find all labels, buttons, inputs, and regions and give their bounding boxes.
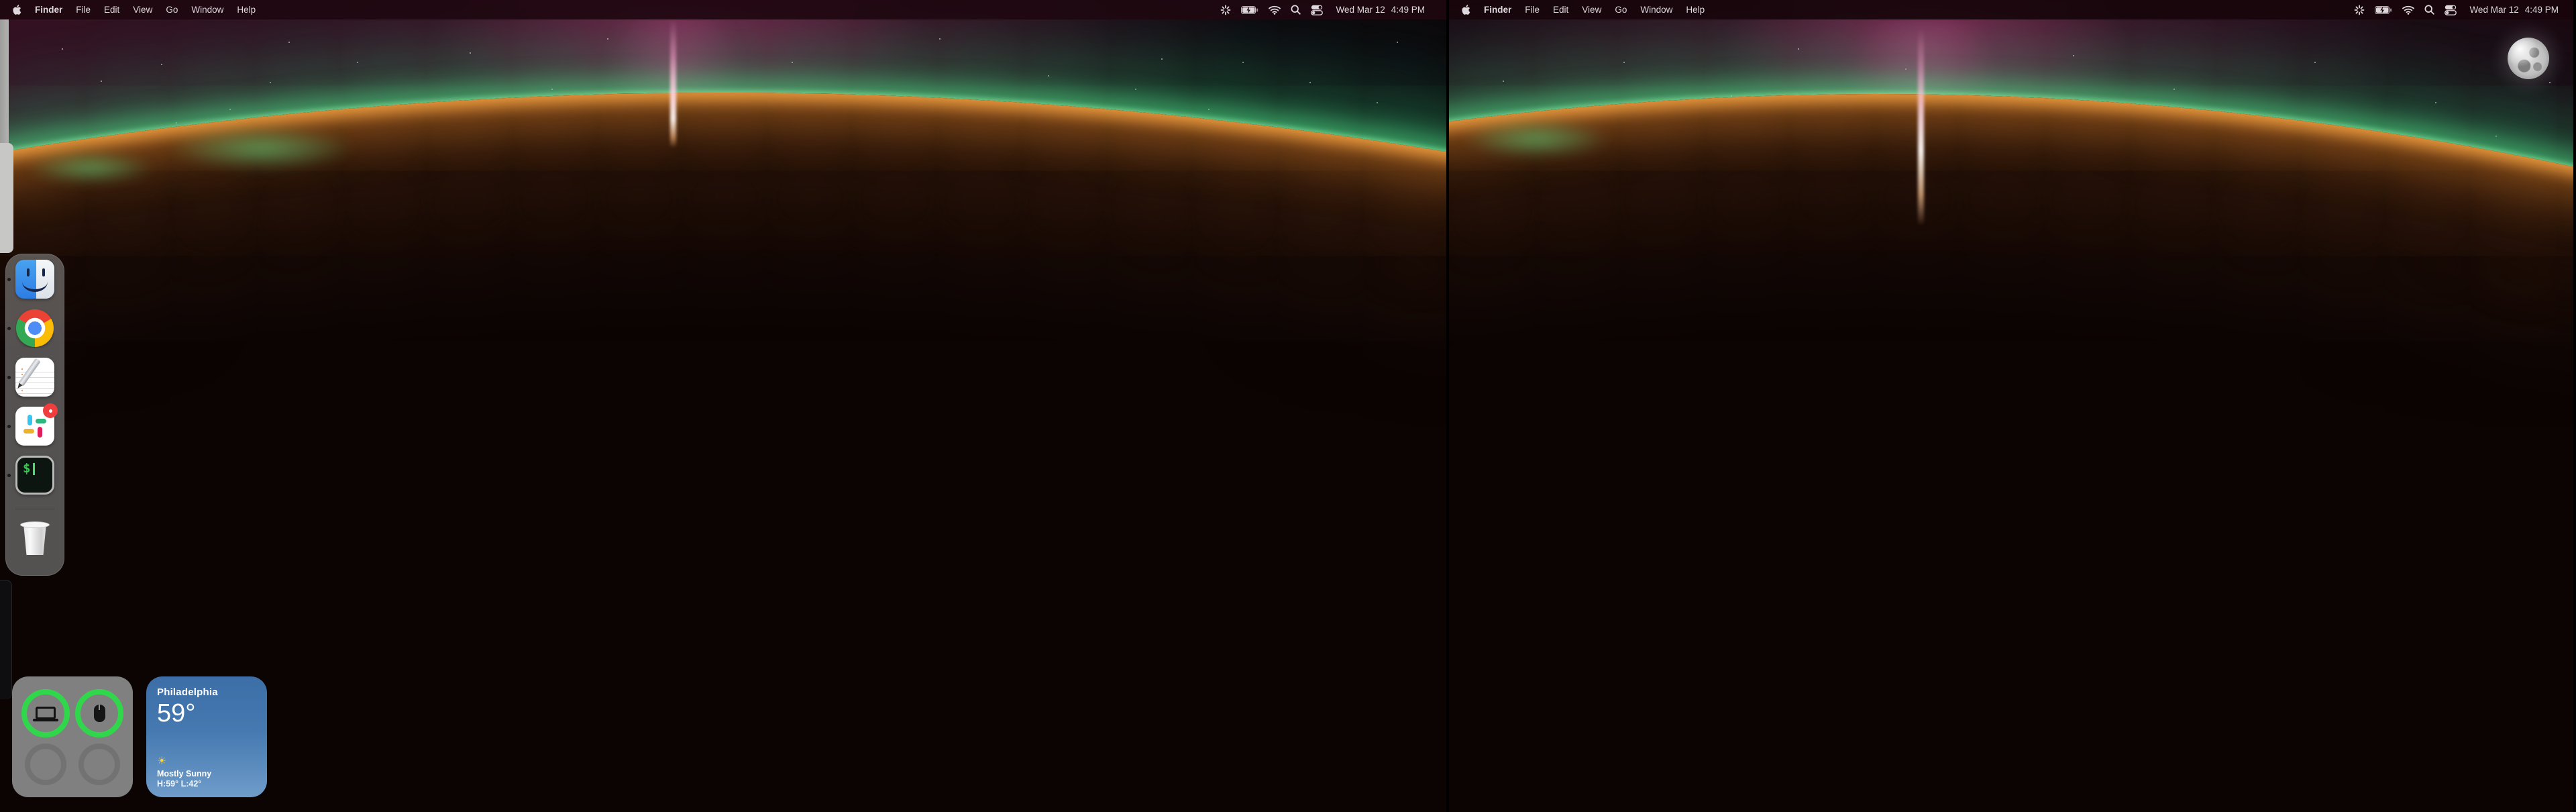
running-indicator <box>7 376 11 379</box>
weather-city: Philadelphia <box>157 687 256 698</box>
display-right: Finder File Edit View Go Window Help <box>1449 0 2573 812</box>
weather-temperature: 59° <box>157 699 256 728</box>
sun-icon: ☀ <box>157 756 256 766</box>
trash-rim <box>20 521 50 528</box>
laptop-battery-ring <box>21 689 70 738</box>
menu-edit[interactable]: Edit <box>1553 5 1568 15</box>
clock-date: Wed Mar 12 <box>1336 5 1385 15</box>
moon <box>2508 38 2549 79</box>
menu-app-name[interactable]: Finder <box>1484 5 1511 15</box>
trash-icon <box>22 524 48 555</box>
spinner-icon[interactable] <box>1220 5 1231 15</box>
offscreen-window-edge-light[interactable] <box>0 19 9 152</box>
wifi-icon[interactable] <box>2402 5 2414 15</box>
spinner-icon[interactable] <box>2354 5 2365 15</box>
wallpaper-aurora <box>1449 0 2573 812</box>
display-left: Finder File Edit View Go Window Help <box>0 0 1449 812</box>
batteries-widget[interactable] <box>12 676 133 797</box>
clock-time: 4:49 PM <box>1391 5 1425 15</box>
menu-app-name[interactable]: Finder <box>35 5 62 15</box>
control-center-icon[interactable] <box>2445 5 2457 15</box>
dock: $ <box>5 254 64 576</box>
menu-view[interactable]: View <box>1582 5 1601 15</box>
menu-help[interactable]: Help <box>1686 5 1705 15</box>
dock-item-slack[interactable] <box>15 407 54 446</box>
clock-date: Wed Mar 12 <box>2469 5 2518 15</box>
offscreen-window-edge-light[interactable] <box>0 143 13 253</box>
menu-bar: Finder File Edit View Go Window Help <box>0 0 1446 19</box>
menu-bar: Finder File Edit View Go Window Help <box>1449 0 2573 19</box>
menu-bar-clock[interactable]: Wed Mar 12 4:49 PM <box>1336 5 1425 15</box>
menu-file[interactable]: File <box>76 5 91 15</box>
control-center-icon[interactable] <box>1311 5 1323 15</box>
aurora-pink-beam <box>1918 28 1924 226</box>
spotlight-search-icon[interactable] <box>1291 5 1301 15</box>
aurora-green-patch <box>27 152 154 184</box>
dual-display-desktop: Finder File Edit View Go Window Help <box>0 0 2576 812</box>
terminal-cursor <box>33 463 35 475</box>
spotlight-search-icon[interactable] <box>2424 5 2434 15</box>
wifi-icon[interactable] <box>1269 5 1281 15</box>
aurora-green-patch <box>1462 119 1610 158</box>
laptop-icon <box>36 707 56 719</box>
menu-window[interactable]: Window <box>1640 5 1672 15</box>
running-indicator <box>7 425 11 428</box>
weather-widget[interactable]: Philadelphia 59° ☀ Mostly Sunny H:59° L:… <box>146 676 267 797</box>
menu-help[interactable]: Help <box>237 5 256 15</box>
dock-item-notes[interactable] <box>15 358 54 397</box>
running-indicator <box>7 474 11 477</box>
apple-menu-icon[interactable] <box>12 4 21 15</box>
dock-item-finder[interactable] <box>15 260 54 299</box>
chrome-icon <box>15 309 54 348</box>
dock-item-terminal[interactable]: $ <box>15 456 54 495</box>
empty-battery-slot <box>78 744 120 785</box>
menu-edit[interactable]: Edit <box>104 5 119 15</box>
dock-item-chrome[interactable] <box>15 309 54 348</box>
offscreen-window-edge-dark[interactable] <box>0 580 12 699</box>
clock-time: 4:49 PM <box>2525 5 2559 15</box>
running-indicator <box>7 327 11 330</box>
apple-menu-icon[interactable] <box>1461 4 1470 15</box>
menu-bar-clock[interactable]: Wed Mar 12 4:49 PM <box>2469 5 2559 15</box>
terminal-prompt-glyph: $ <box>23 461 30 476</box>
menu-go[interactable]: Go <box>1615 5 1627 15</box>
dock-item-trash[interactable] <box>15 519 54 558</box>
battery-charging-icon[interactable] <box>2375 6 2392 14</box>
weather-condition: Mostly Sunny <box>157 769 256 778</box>
mouse-icon <box>94 705 105 722</box>
menu-view[interactable]: View <box>133 5 152 15</box>
weather-high-low: H:59° L:42° <box>157 779 256 789</box>
running-indicator <box>7 278 11 281</box>
empty-battery-slot <box>25 744 66 785</box>
terminal-icon: $ <box>15 456 54 495</box>
mouse-battery-ring <box>75 689 123 738</box>
finder-icon <box>15 260 54 299</box>
aurora-pink-beam <box>670 19 676 148</box>
aurora-arc-earth <box>1449 94 2573 812</box>
notes-icon <box>15 358 54 397</box>
battery-charging-icon[interactable] <box>1241 6 1258 14</box>
aurora-green-patch <box>168 126 356 170</box>
menu-go[interactable]: Go <box>166 5 178 15</box>
menu-file[interactable]: File <box>1525 5 1540 15</box>
menu-window[interactable]: Window <box>191 5 223 15</box>
slack-notification-badge <box>43 403 58 418</box>
